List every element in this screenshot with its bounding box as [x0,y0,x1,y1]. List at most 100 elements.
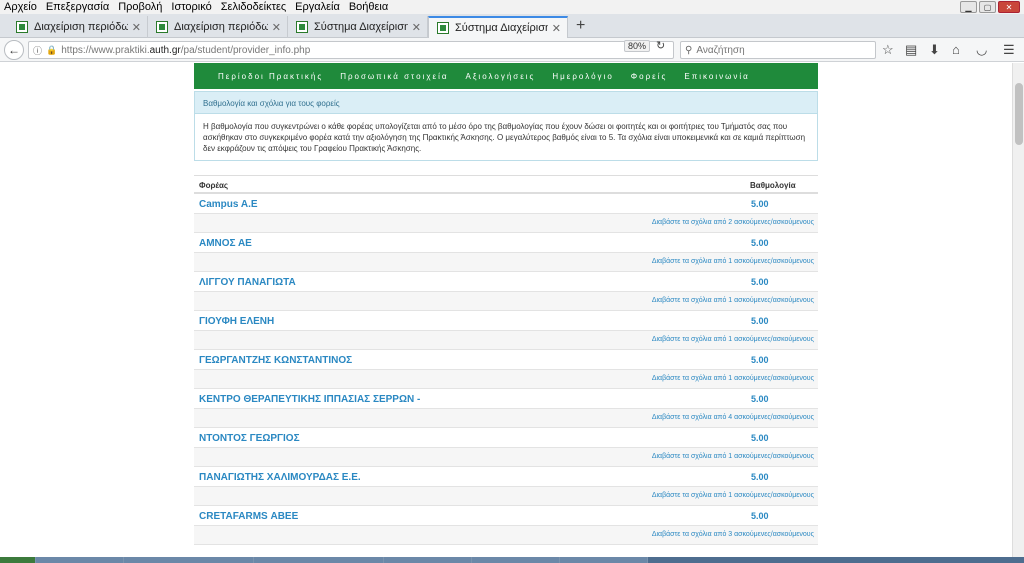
menu-view[interactable]: Προβολή [118,0,162,14]
tab-close-icon[interactable]: ✕ [132,21,141,34]
tab-4-active[interactable]: Σύστημα Διαχείρισης Πρα... ✕ [428,16,568,38]
nav-calendar[interactable]: Ημερολόγιο [552,72,613,81]
new-tab-icon[interactable]: + [576,17,585,35]
tab-close-icon[interactable]: ✕ [552,22,561,35]
info-panel: Βαθμολογία και σχόλια για τους φορείς Η … [194,91,818,161]
provider-score: 5.00 [751,316,769,326]
search-input[interactable] [696,44,857,56]
site-favicon-icon [296,21,308,33]
table-header: Φορέας Βαθμολογία [194,175,818,194]
read-comments-link[interactable]: Διαβάστε τα σχόλια από 1 ασκούμενες/ασκο… [652,375,814,382]
provider-name-link[interactable]: ΓΕΩΡΓΑΝΤΖΗΣ ΚΩΝΣΤΑΝΤΙΝΟΣ [199,355,352,366]
provider-score: 5.00 [751,433,769,443]
home-icon[interactable]: ⌂ [952,42,960,58]
provider-name-link[interactable]: ΝΤΟΝΤΟΣ ΓΕΩΡΓΙΟΣ [199,433,300,444]
pocket-icon[interactable]: ◡ [976,42,987,58]
taskbar-item[interactable] [254,557,384,563]
menu-file[interactable]: Αρχείο [4,0,37,14]
scrollbar-thumb[interactable] [1015,83,1023,145]
read-comments-link[interactable]: Διαβάστε τα σχόλια από 3 ασκούμενες/ασκο… [652,531,814,538]
download-icon[interactable]: ⬇ [929,42,940,58]
comments-row: Διαβάστε τα σχόλια από 1 ασκούμενες/ασκο… [194,448,818,467]
back-arrow-icon[interactable]: ← [4,40,24,60]
navigation-bar: ← ⓘ 🔒 https://www.praktiki.auth.gr/pa/st… [0,38,1024,62]
read-comments-link[interactable]: Διαβάστε τα σχόλια από 1 ασκούμενες/ασκο… [652,297,814,304]
taskbar-item[interactable] [384,557,472,563]
comments-row: Διαβάστε τα σχόλια από 3 ασκούμενες/ασκο… [194,526,818,545]
taskbar-item[interactable] [560,557,648,563]
provider-name-link[interactable]: ΑΜΝΟΣ ΑΕ [199,238,252,249]
provider-score: 5.00 [751,199,769,209]
table-row: ΝΤΟΝΤΟΣ ΓΕΩΡΓΙΟΣ 5.00 [194,428,818,448]
tab-1[interactable]: Διαχείριση περιόδων ✕ [8,16,148,38]
search-icon: ⚲ [685,44,693,56]
provider-name-link[interactable]: ΠΑΝΑΓΙΩΤΗΣ ΧΑΛΙΜΟΥΡΔΑΣ Ε.Ε. [199,472,361,483]
provider-name-link[interactable]: CRETAFARMS ΑΒΕΕ [199,511,298,522]
providers-table: Campus A.E 5.00 Διαβάστε τα σχόλια από 2… [194,194,818,545]
table-row: ΚΕΝΤΡΟ ΘΕΡΑΠΕΥΤΙΚΗΣ ΙΠΠΑΣΙΑΣ ΣΕΡΡΩΝ - 5.… [194,389,818,409]
nav-contact[interactable]: Επικοινωνία [684,72,749,81]
menu-icon[interactable]: ☰ [1003,42,1015,58]
url-bar[interactable]: ⓘ 🔒 https://www.praktiki.auth.gr/pa/stud… [28,41,674,59]
menu-tools[interactable]: Εργαλεία [295,0,340,14]
info-icon[interactable]: ⓘ [33,44,42,57]
vertical-scrollbar[interactable] [1012,63,1024,557]
menu-edit[interactable]: Επεξεργασία [46,0,109,14]
taskbar-item[interactable] [36,557,124,563]
table-row: ΓΕΩΡΓΑΝΤΖΗΣ ΚΩΝΣΤΑΝΤΙΝΟΣ 5.00 [194,350,818,370]
comments-row: Διαβάστε τα σχόλια από 1 ασκούμενες/ασκο… [194,292,818,311]
provider-name-link[interactable]: ΓΙΟΥΦΗ ΕΛΕΝΗ [199,316,274,327]
tab-close-icon[interactable]: ✕ [272,21,281,34]
page-content: Περίοδοι Πρακτικής Προσωπικά στοιχεία Αξ… [0,63,1012,557]
read-comments-link[interactable]: Διαβάστε τα σχόλια από 1 ασκούμενες/ασκο… [652,258,814,265]
provider-name-link[interactable]: ΚΕΝΤΡΟ ΘΕΡΑΠΕΥΤΙΚΗΣ ΙΠΠΑΣΙΑΣ ΣΕΡΡΩΝ - [199,394,420,405]
search-box[interactable]: ⚲ [680,41,876,59]
comments-row: Διαβάστε τα σχόλια από 1 ασκούμενες/ασκο… [194,253,818,272]
provider-score: 5.00 [751,394,769,404]
provider-name-link[interactable]: Campus A.E [199,199,258,210]
menu-history[interactable]: Ιστορικό [171,0,211,14]
tab-2[interactable]: Διαχείριση περιόδων ✕ [148,16,288,38]
taskbar-item[interactable] [124,557,254,563]
reading-list-icon[interactable]: ▤ [905,42,917,58]
nav-personal-info[interactable]: Προσωπικά στοιχεία [340,72,448,81]
start-button[interactable] [0,557,36,563]
reload-icon[interactable]: ↻ [656,39,665,52]
maximize-button[interactable]: ▢ [979,1,996,13]
comments-row: Διαβάστε τα σχόλια από 4 ασκούμενες/ασκο… [194,409,818,428]
info-panel-heading: Βαθμολογία και σχόλια για τους φορείς [195,92,817,114]
bookmark-star-icon[interactable]: ☆ [882,42,894,58]
table-row: ΑΜΝΟΣ ΑΕ 5.00 [194,233,818,253]
tab-3[interactable]: Σύστημα Διαχείρισης Πρα... ✕ [288,16,428,38]
taskbar-item[interactable] [472,557,560,563]
close-window-button[interactable]: ✕ [998,1,1020,13]
table-row: Campus A.E 5.00 [194,194,818,214]
menu-bookmarks[interactable]: Σελιδοδείκτες [221,0,286,14]
site-favicon-icon [437,22,449,34]
menu-bar: Αρχείο Επεξεργασία Προβολή Ιστορικό Σελι… [0,0,1024,14]
comments-row: Διαβάστε τα σχόλια από 1 ασκούμενες/ασκο… [194,487,818,506]
read-comments-link[interactable]: Διαβάστε τα σχόλια από 1 ασκούμενες/ασκο… [652,492,814,499]
provider-score: 5.00 [751,472,769,482]
nav-internship-periods[interactable]: Περίοδοι Πρακτικής [218,72,323,81]
tab-bar: Διαχείριση περιόδων ✕ Διαχείριση περιόδω… [0,14,1024,38]
provider-score: 5.00 [751,511,769,521]
url-text: https://www.praktiki.auth.gr/pa/student/… [61,44,311,56]
site-favicon-icon [16,21,28,33]
provider-name-link[interactable]: ΛΙΓΓΟΥ ΠΑΝΑΓΙΩΤΑ [199,277,296,288]
menu-help[interactable]: Βοήθεια [349,0,388,14]
read-comments-link[interactable]: Διαβάστε τα σχόλια από 1 ασκούμενες/ασκο… [652,453,814,460]
read-comments-link[interactable]: Διαβάστε τα σχόλια από 2 ασκούμενες/ασκο… [652,219,814,226]
read-comments-link[interactable]: Διαβάστε τα σχόλια από 1 ασκούμενες/ασκο… [652,336,814,343]
tab-label: Σύστημα Διαχείρισης Πρα... [455,22,548,34]
read-comments-link[interactable]: Διαβάστε τα σχόλια από 4 ασκούμενες/ασκο… [652,414,814,421]
comments-row: Διαβάστε τα σχόλια από 1 ασκούμενες/ασκο… [194,331,818,350]
tab-close-icon[interactable]: ✕ [412,21,421,34]
lock-icon[interactable]: 🔒 [46,45,57,56]
zoom-level[interactable]: 80% [624,40,651,52]
table-row: ΛΙΓΓΟΥ ΠΑΝΑΓΙΩΤΑ 5.00 [194,272,818,292]
minimize-button[interactable]: ▁ [960,1,977,13]
nav-providers[interactable]: Φορείς [631,72,668,81]
table-row: CRETAFARMS ΑΒΕΕ 5.00 [194,506,818,526]
nav-evaluations[interactable]: Αξιολογήσεις [466,72,536,81]
